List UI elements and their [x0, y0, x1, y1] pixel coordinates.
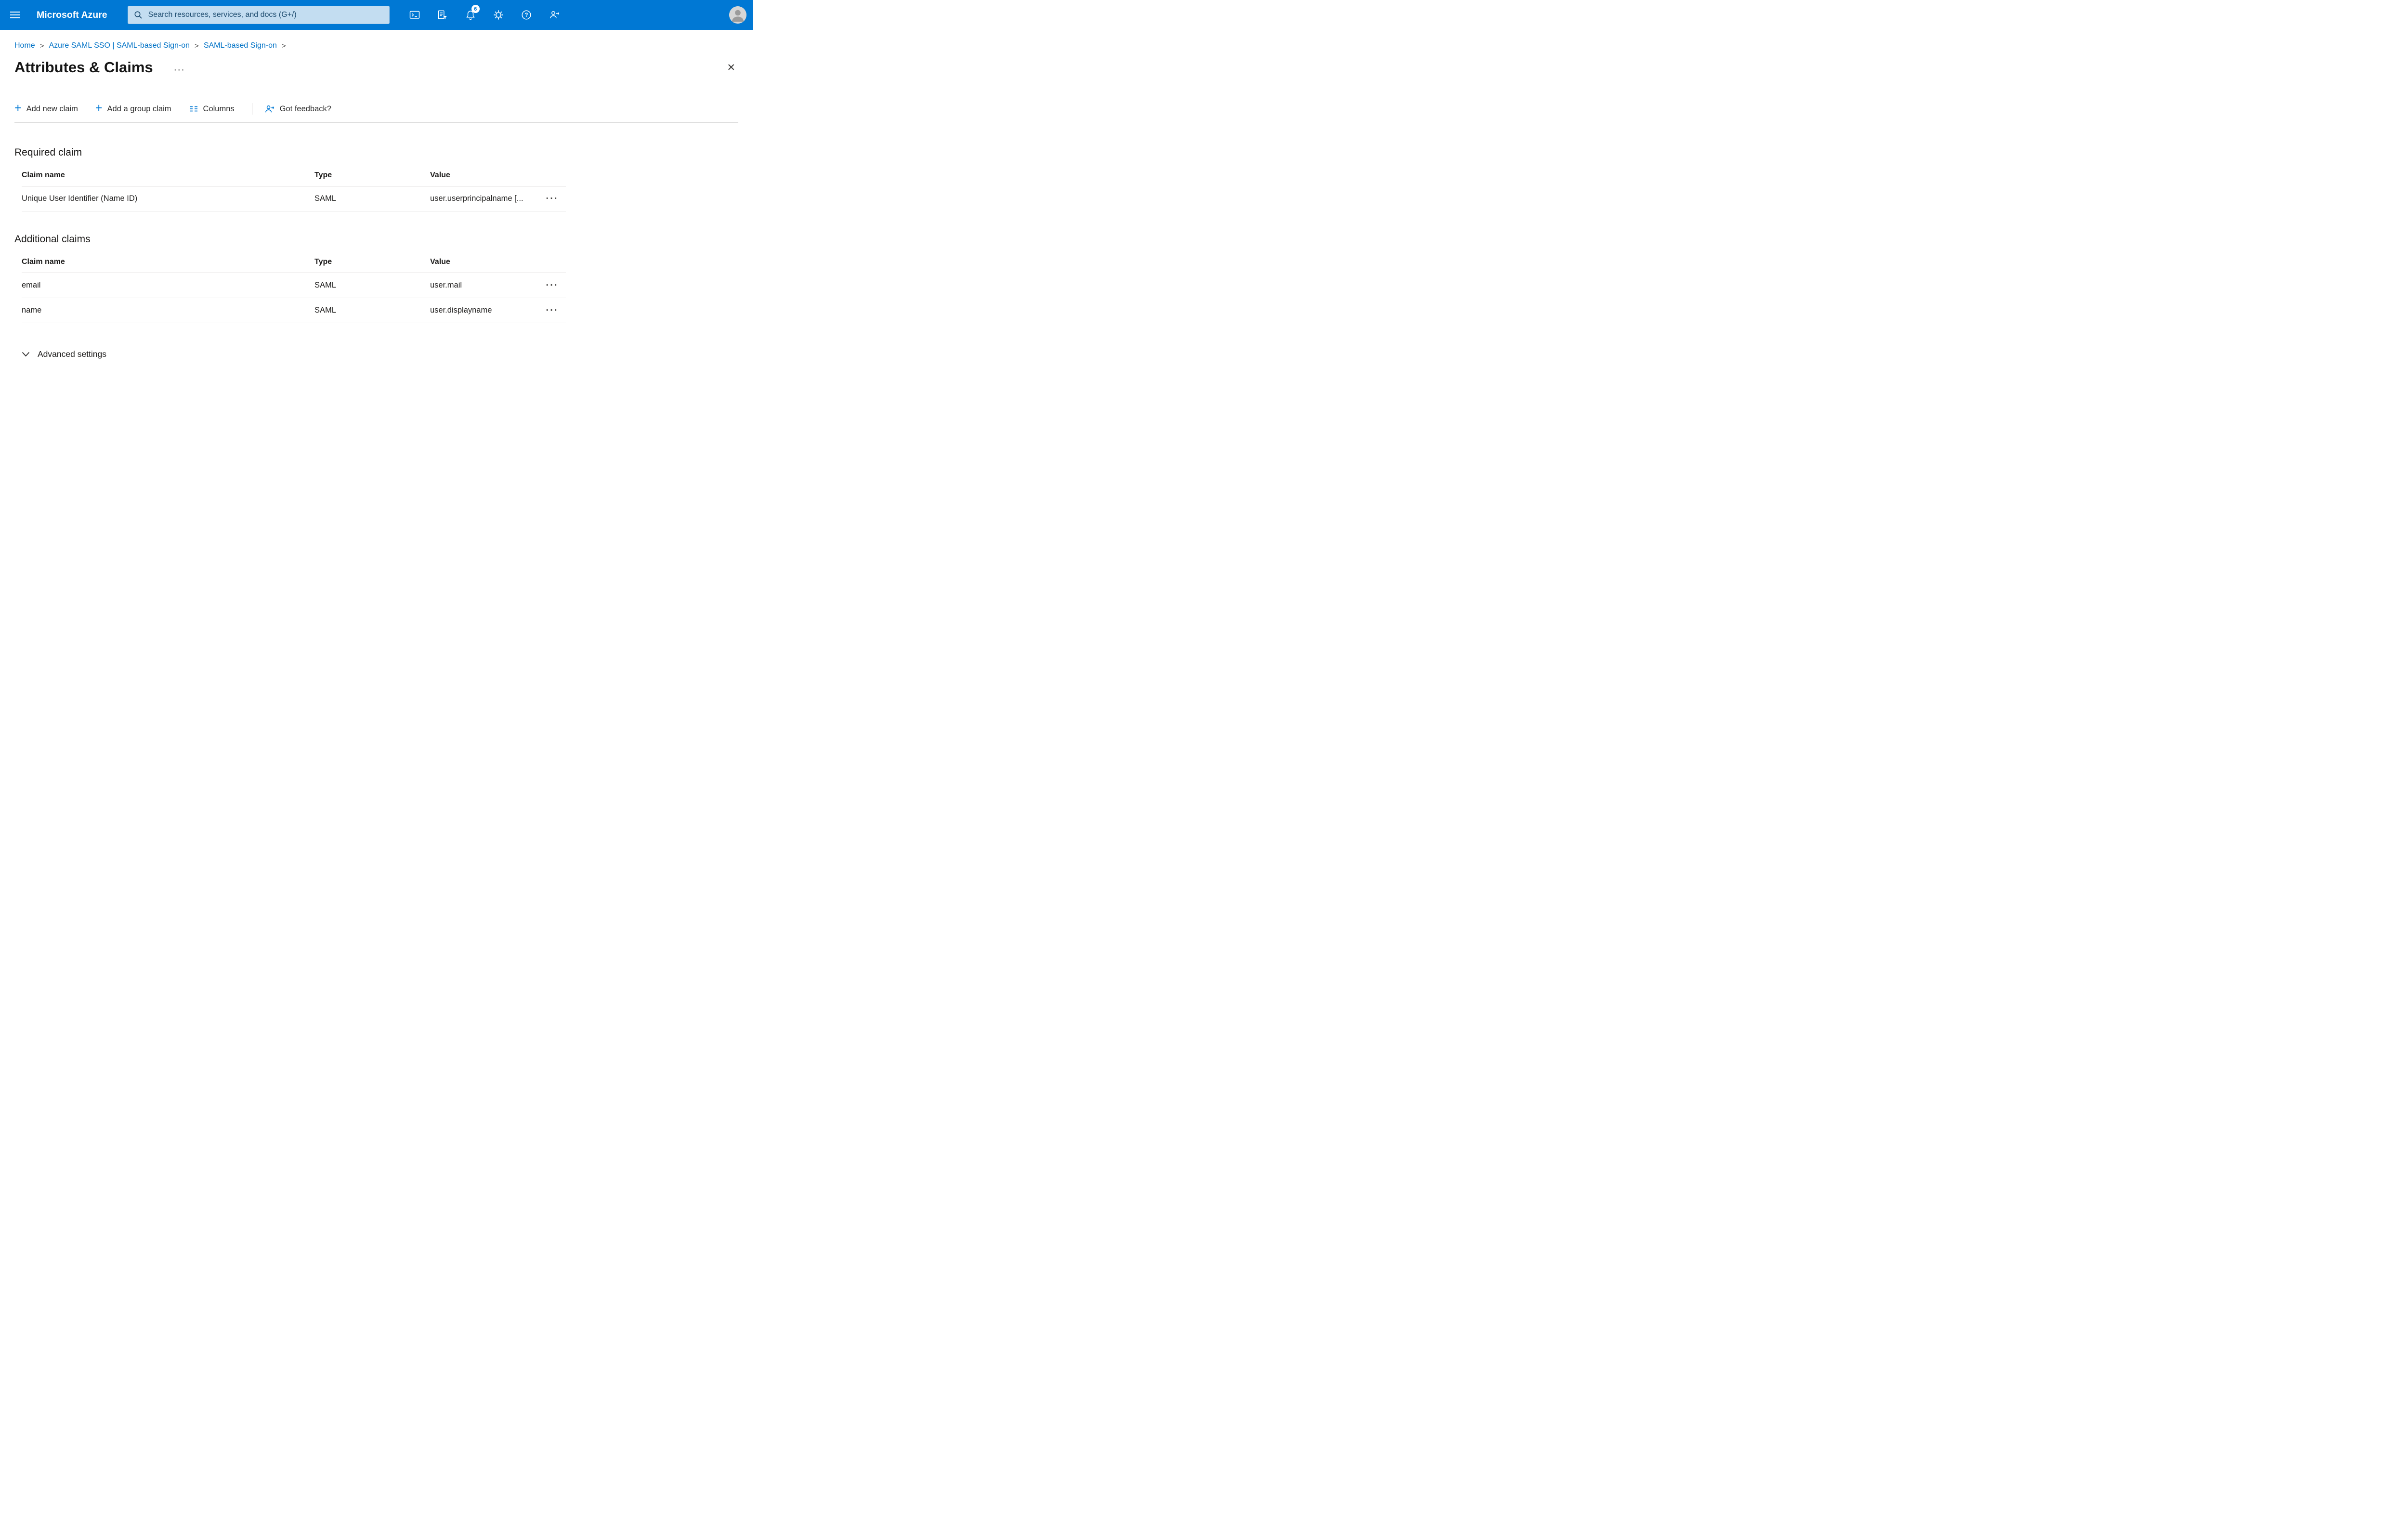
table-row[interactable]: email SAML user.mail ··· [22, 273, 566, 298]
advanced-settings-label: Advanced settings [38, 349, 107, 359]
column-header-claim-name: Claim name [22, 257, 65, 266]
topbar-icon-group: 6 ? [404, 4, 565, 26]
columns-button[interactable]: Columns [189, 104, 235, 114]
got-feedback-label: Got feedback? [279, 104, 331, 113]
settings-button[interactable] [488, 4, 509, 26]
search-input[interactable] [127, 6, 390, 24]
add-new-claim-button[interactable]: + Add new claim [14, 101, 78, 115]
table-row[interactable]: Unique User Identifier (Name ID) SAML us… [22, 186, 566, 211]
claim-name-cell: name [22, 306, 42, 315]
cloud-shell-icon [409, 9, 420, 21]
notification-count-badge: 6 [471, 5, 480, 13]
breadcrumb-separator-icon: > [195, 41, 199, 50]
claim-type-cell: SAML [314, 306, 336, 315]
column-header-type: Type [314, 171, 332, 179]
required-claim-heading: Required claim [14, 147, 82, 158]
claim-name-cell: email [22, 281, 41, 289]
plus-icon: + [14, 101, 22, 115]
page-title: Attributes & Claims [14, 59, 153, 76]
claim-value-cell: user.userprincipalname [... [430, 194, 523, 203]
breadcrumb-separator-icon: > [39, 41, 44, 50]
row-context-menu-icon[interactable]: ··· [546, 194, 563, 203]
breadcrumb: Home > Azure SAML SSO | SAML-based Sign-… [14, 41, 738, 50]
hamburger-menu-icon[interactable] [0, 0, 30, 30]
global-search [127, 6, 390, 24]
feedback-button[interactable] [544, 4, 565, 26]
row-context-menu-icon[interactable]: ··· [546, 281, 563, 290]
add-group-claim-button[interactable]: + Add a group claim [95, 101, 171, 115]
additional-claims-heading: Additional claims [14, 234, 91, 245]
feedback-person-icon [549, 9, 560, 21]
breadcrumb-home[interactable]: Home [14, 41, 35, 50]
row-context-menu-icon[interactable]: ··· [546, 306, 563, 315]
notifications-button[interactable]: 6 [460, 4, 481, 26]
columns-icon [189, 104, 198, 114]
breadcrumb-app-sso[interactable]: Azure SAML SSO | SAML-based Sign-on [49, 41, 190, 50]
directory-filter-icon [437, 10, 448, 21]
directory-filter-button[interactable] [432, 4, 453, 26]
add-new-claim-label: Add new claim [26, 104, 78, 113]
advanced-settings-toggle[interactable]: Advanced settings [14, 349, 738, 359]
additional-claims-table: Claim name Type Value email SAML user.ma… [14, 251, 566, 323]
avatar[interactable] [729, 6, 746, 24]
claim-type-cell: SAML [314, 194, 336, 203]
column-header-type: Type [314, 257, 332, 266]
claim-value-cell: user.displayname [430, 306, 492, 315]
page-content: Home > Azure SAML SSO | SAML-based Sign-… [0, 41, 753, 359]
claim-type-cell: SAML [314, 281, 336, 289]
table-row[interactable]: name SAML user.displayname ··· [22, 298, 566, 323]
help-icon: ? [521, 9, 532, 21]
column-header-value: Value [430, 171, 450, 179]
settings-gear-icon [493, 9, 504, 21]
required-claim-table: Claim name Type Value Unique User Identi… [14, 164, 566, 211]
claim-value-cell: user.mail [430, 281, 462, 289]
got-feedback-button[interactable]: Got feedback? [264, 104, 331, 115]
feedback-person-icon [264, 104, 275, 115]
azure-top-bar: Microsoft Azure Search resources, servic… [0, 0, 753, 30]
help-button[interactable]: ? [516, 4, 537, 26]
plus-icon: + [95, 101, 103, 115]
svg-text:?: ? [524, 13, 528, 18]
column-header-value: Value [430, 257, 450, 266]
breadcrumb-saml-signon[interactable]: SAML-based Sign-on [204, 41, 277, 50]
close-icon[interactable]: ✕ [724, 62, 738, 74]
table-header-row: Claim name Type Value [22, 251, 566, 273]
table-header-row: Claim name Type Value [22, 164, 566, 186]
title-row: Attributes & Claims ··· ✕ [14, 59, 738, 76]
brand-microsoft-azure[interactable]: Microsoft Azure [37, 10, 107, 21]
chevron-down-icon [22, 352, 30, 357]
column-header-claim-name: Claim name [22, 171, 65, 179]
add-group-claim-label: Add a group claim [107, 104, 171, 113]
breadcrumb-separator-icon: > [281, 41, 286, 50]
cloud-shell-button[interactable] [404, 4, 425, 26]
claim-name-cell: Unique User Identifier (Name ID) [22, 194, 138, 203]
command-bar: + Add new claim + Add a group claim Colu… [14, 101, 738, 123]
more-options-icon[interactable]: ··· [174, 66, 185, 74]
columns-label: Columns [203, 104, 235, 113]
